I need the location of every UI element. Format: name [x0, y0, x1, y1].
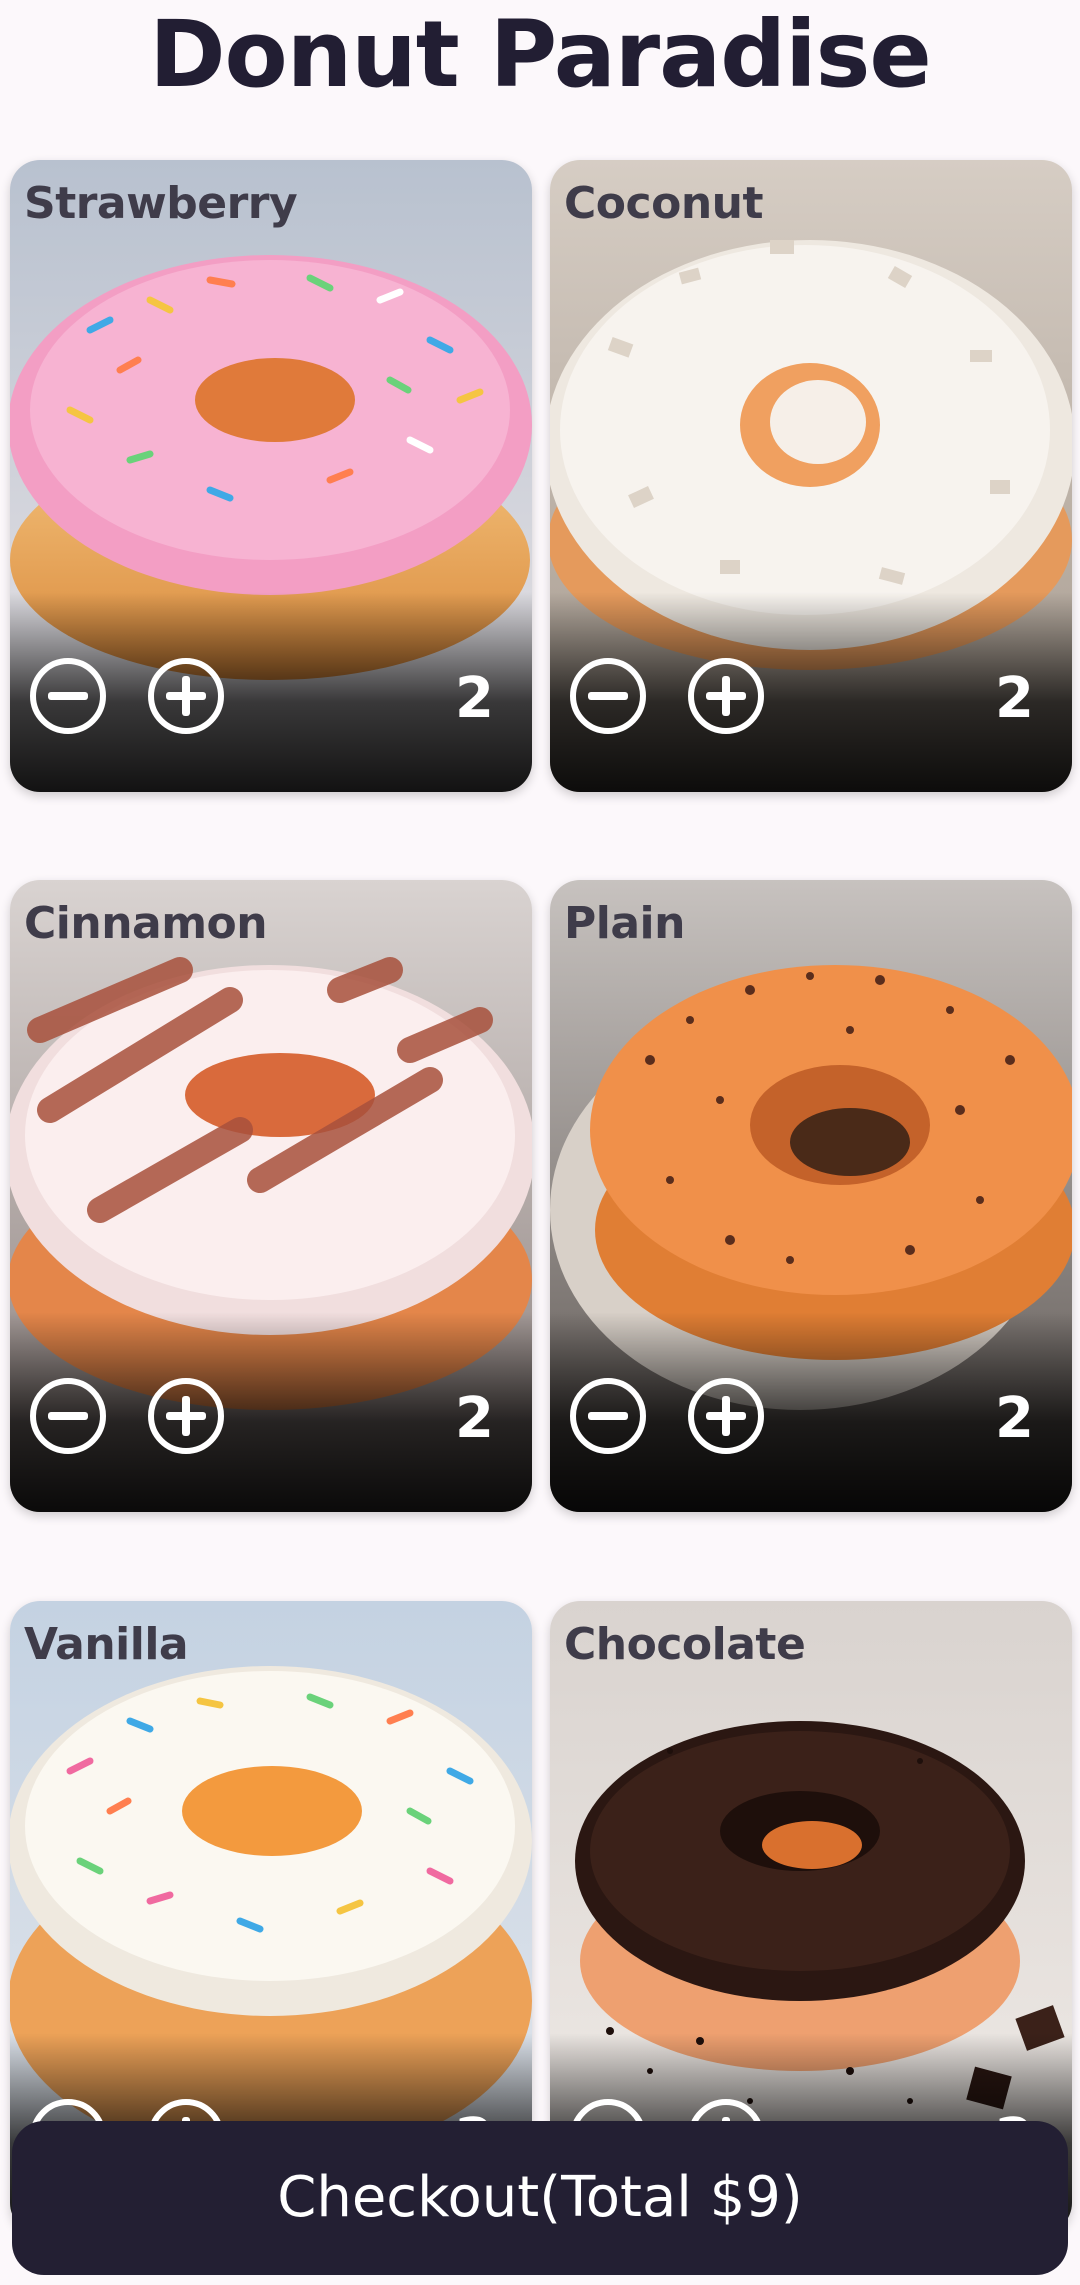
- donut-name: Coconut: [564, 178, 764, 229]
- minus-circle-icon: [570, 1378, 646, 1454]
- plus-circle-icon: [148, 1378, 224, 1454]
- increment-button[interactable]: [146, 1376, 226, 1456]
- donut-name: Strawberry: [24, 178, 298, 229]
- increment-button[interactable]: [146, 656, 226, 736]
- donut-card-coconut: Coconut 2: [550, 160, 1072, 792]
- increment-button[interactable]: [686, 656, 766, 736]
- quantity-value: 2: [995, 666, 1034, 731]
- minus-circle-icon: [30, 658, 106, 734]
- donut-name: Plain: [564, 898, 685, 949]
- plus-circle-icon: [688, 658, 764, 734]
- quantity-value: 2: [455, 1386, 494, 1451]
- plus-circle-icon: [148, 658, 224, 734]
- page-title: Donut Paradise: [149, 1, 932, 108]
- checkout-button[interactable]: Checkout(Total $9): [12, 2121, 1068, 2275]
- donut-name: Cinnamon: [24, 898, 268, 949]
- increment-button[interactable]: [686, 1376, 766, 1456]
- minus-circle-icon: [570, 658, 646, 734]
- minus-circle-icon: [30, 1378, 106, 1454]
- donut-name: Chocolate: [564, 1619, 806, 1670]
- decrement-button[interactable]: [28, 1376, 108, 1456]
- plus-circle-icon: [688, 1378, 764, 1454]
- decrement-button[interactable]: [568, 656, 648, 736]
- quantity-value: 2: [995, 1386, 1034, 1451]
- donut-card-plain: Plain 2: [550, 880, 1072, 1512]
- decrement-button[interactable]: [28, 656, 108, 736]
- donut-card-strawberry: Strawberry 2: [10, 160, 532, 792]
- donut-name: Vanilla: [24, 1619, 189, 1670]
- decrement-button[interactable]: [568, 1376, 648, 1456]
- quantity-value: 2: [455, 666, 494, 731]
- donut-card-cinnamon: Cinnamon 2: [10, 880, 532, 1512]
